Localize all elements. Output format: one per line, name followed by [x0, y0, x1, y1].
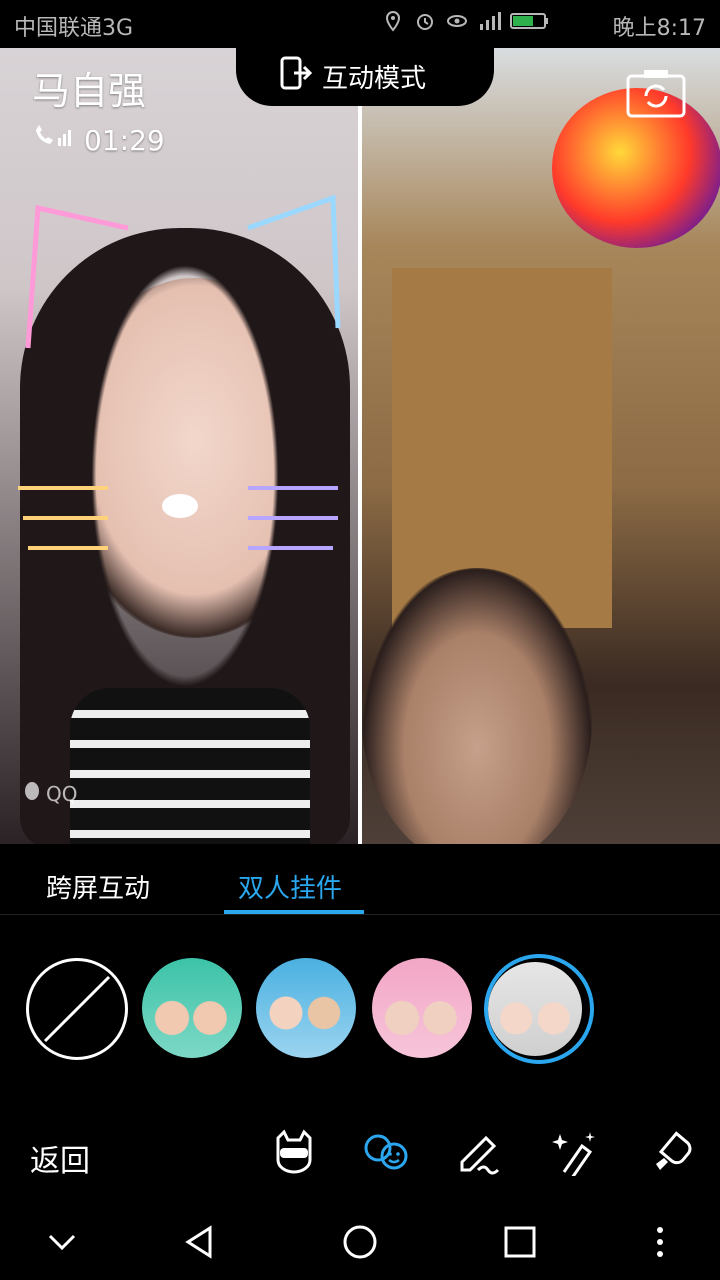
interactive-mode-button[interactable]: 互动模式 [280, 54, 426, 98]
signal-icon [478, 10, 501, 32]
tab-cross-screen[interactable]: 跨屏互动 [46, 868, 150, 905]
recents-square-icon [504, 1226, 536, 1258]
nav-home-button[interactable] [342, 1224, 378, 1260]
penguin-icon [22, 780, 42, 807]
pen-icon [460, 1135, 500, 1175]
back-button[interactable]: 返回 [30, 1136, 90, 1180]
no-pendant-icon [43, 975, 111, 1043]
local-video[interactable] [0, 48, 358, 844]
alarm-icon [414, 10, 436, 32]
effect-toolbar: 返回 [0, 1104, 720, 1204]
qq-watermark: QQ [22, 780, 77, 807]
pendant-gentleman[interactable] [256, 958, 356, 1058]
double-pendant-button[interactable] [362, 1128, 410, 1176]
phone-signal-icon [32, 124, 74, 157]
doodle-button[interactable] [456, 1128, 504, 1176]
camera-switch-icon [626, 70, 686, 118]
popsicle-icon [656, 1131, 692, 1170]
switch-camera-button[interactable] [626, 68, 686, 118]
pendant-bear-ears[interactable] [142, 958, 242, 1058]
tab-double-pendant[interactable]: 双人挂件 [238, 868, 342, 905]
nav-more-button[interactable] [642, 1224, 678, 1260]
tab-bar: 跨屏互动 双人挂件 [0, 844, 720, 915]
caller-name: 马自强 [32, 69, 147, 113]
system-nav-bar [0, 1204, 720, 1280]
location-icon [382, 10, 404, 32]
nav-recents-button[interactable] [502, 1224, 538, 1260]
home-circle-icon [343, 1225, 377, 1259]
carrier-label: 中国联通3G [14, 16, 134, 41]
call-duration: 01:29 [32, 124, 165, 157]
exit-icon [280, 56, 313, 97]
duration-text: 01:29 [84, 124, 165, 157]
back-triangle-icon [185, 1225, 212, 1259]
pendant-none[interactable] [26, 958, 128, 1060]
chevron-down-icon [48, 1234, 76, 1251]
pendant-list [0, 914, 720, 1104]
cat-ears-sticker-icon [18, 194, 341, 550]
mode-label: 互动模式 [322, 63, 427, 94]
clock: 晚上8:17 [612, 16, 706, 41]
status-bar: 中国联通3G 晚上8:17 [0, 0, 720, 48]
double-face-icon [364, 1134, 408, 1170]
collapse-button[interactable] [44, 1224, 80, 1260]
popsicle-button[interactable] [646, 1128, 694, 1176]
pendant-black-cat[interactable] [372, 958, 472, 1058]
selected-pendant-ring [484, 954, 594, 1064]
striped-shirt [70, 688, 310, 844]
face-mask-button[interactable] [270, 1128, 318, 1176]
status-icons [382, 10, 550, 32]
magic-wand-icon [552, 1132, 595, 1179]
face-mask-icon [276, 1129, 312, 1174]
watermark-text: QQ [46, 781, 78, 806]
remote-video[interactable] [362, 48, 720, 844]
eye-icon [446, 10, 468, 32]
battery-icon [510, 10, 550, 32]
magic-button[interactable] [550, 1128, 598, 1179]
nav-back-button[interactable] [182, 1224, 218, 1260]
more-vertical-icon [657, 1227, 663, 1257]
